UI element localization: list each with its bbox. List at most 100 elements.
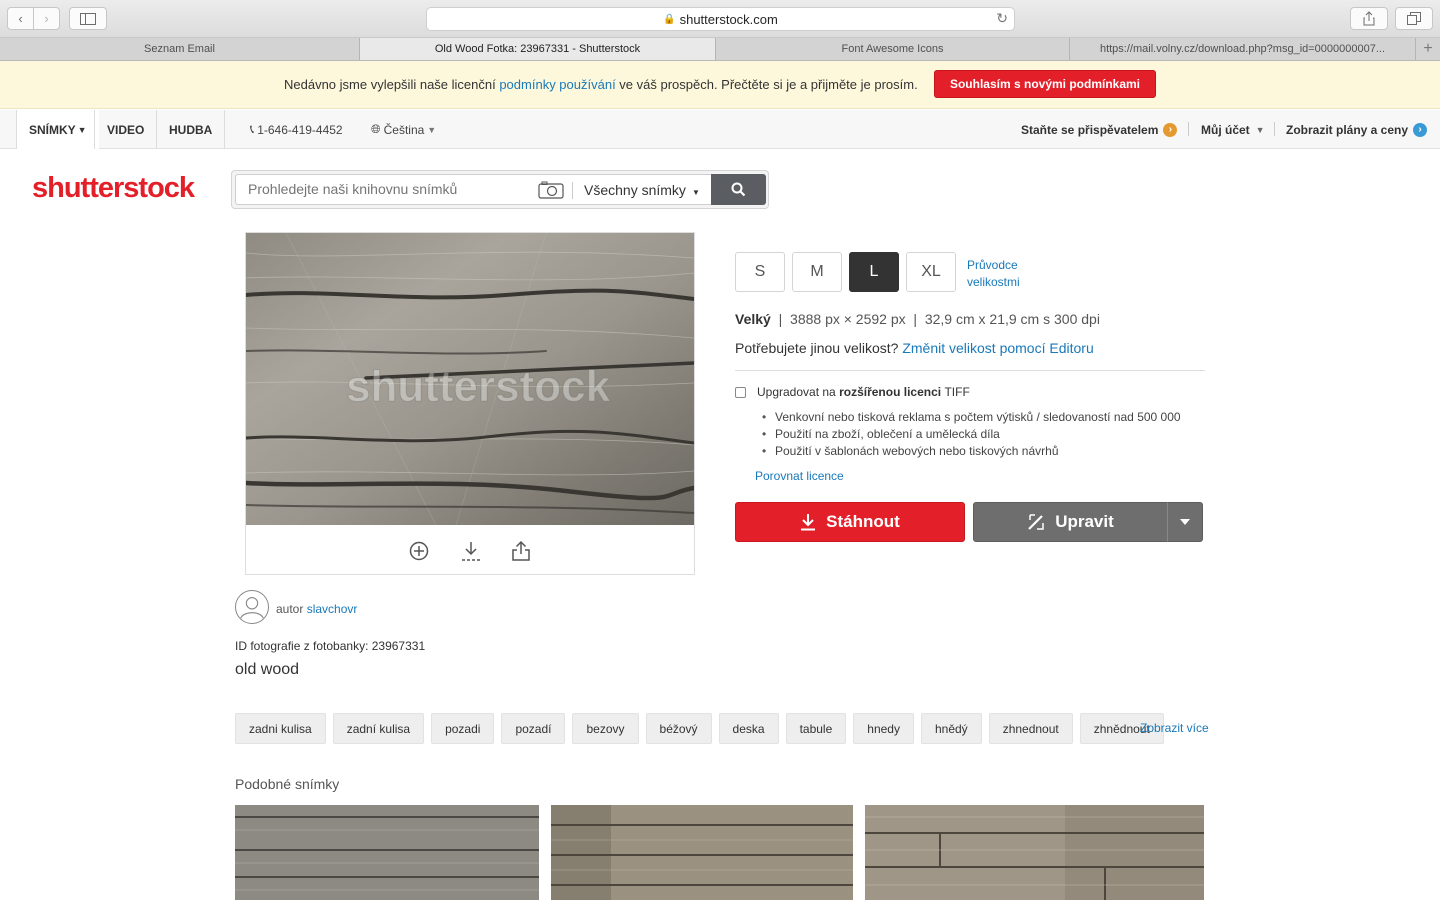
chevron-right-icon: › — [44, 11, 49, 26]
accept-terms-button[interactable]: Souhlasím s novými podmínkami — [934, 70, 1156, 98]
photo-title: old wood — [235, 661, 300, 678]
phone-icon: 📞︎ — [250, 122, 255, 136]
terms-notice: Nedávno jsme vylepšili naše licenční pod… — [0, 61, 1440, 109]
similar-thumbnail[interactable] — [551, 805, 853, 900]
show-more-tags-link[interactable]: Zobrazit více — [1140, 721, 1209, 735]
tab-bar: Seznam Email Old Wood Fotka: 23967331 - … — [0, 38, 1440, 61]
share-button[interactable] — [1350, 7, 1388, 30]
share-icon[interactable] — [511, 540, 531, 562]
tag[interactable]: pozadi — [431, 713, 495, 744]
compare-licenses-link[interactable]: Porovnat licence — [755, 469, 844, 483]
tag[interactable]: hnedy — [853, 713, 914, 744]
size-m-button[interactable]: M — [792, 252, 842, 292]
edit-options-dropdown[interactable] — [1167, 502, 1203, 542]
tab-font-awesome[interactable]: Font Awesome Icons — [716, 38, 1070, 60]
tag-list: zadni kulisa zadní kulisa pozadi pozadí … — [235, 713, 1171, 744]
caret-down-icon: ▼ — [77, 124, 87, 135]
download-icon[interactable] — [460, 540, 482, 562]
caret-down-icon — [1180, 519, 1190, 525]
download-icon — [801, 514, 816, 531]
language-select[interactable]: 🌐︎ Čeština ▼ — [371, 110, 436, 149]
list-item: Použití v šablonách webových nebo tiskov… — [762, 443, 1181, 460]
search-icon — [731, 182, 746, 197]
photo-id: ID fotografie z fotobanky: 23967331 — [235, 639, 426, 653]
preview-image[interactable]: shutterstock — [246, 233, 694, 525]
search-button[interactable] — [711, 174, 766, 205]
list-item: Venkovní nebo tisková reklama s počtem v… — [762, 409, 1181, 426]
edit-icon — [1028, 514, 1044, 530]
list-item: Použití na zboží, oblečení a umělecká dí… — [762, 426, 1181, 443]
sidebar-toggle-button[interactable] — [69, 7, 107, 30]
author-link[interactable]: slavchovr — [307, 602, 358, 616]
caret-down-icon: ▼ — [691, 188, 700, 197]
nav-tab-images[interactable]: SNÍMKY ▼ — [16, 110, 99, 149]
new-tab-button[interactable]: + — [1416, 38, 1440, 60]
nav-tab-video[interactable]: VIDEO — [94, 110, 156, 149]
tag[interactable]: pozadí — [501, 713, 566, 744]
plans-pricing-link[interactable]: Zobrazit plány a ceny › — [1286, 110, 1428, 149]
globe-icon: 🌐︎ — [371, 122, 381, 136]
image-actions — [246, 526, 694, 575]
tag[interactable]: hnědý — [920, 713, 982, 744]
browser-toolbar: ‹ › 🔒 shutterstock.com ↻ — [0, 0, 1440, 38]
tag[interactable]: zhnednout — [988, 713, 1073, 744]
address-bar[interactable]: 🔒 shutterstock.com ↻ — [426, 7, 1015, 31]
search-input[interactable] — [248, 181, 528, 197]
tag[interactable]: tabule — [785, 713, 847, 744]
main-nav: SNÍMKY ▼ VIDEO HUDBA 📞︎ 1-646-419-4452 🌐︎ Č… — [0, 110, 1440, 149]
my-account-menu[interactable]: Můj účet ▼ — [1201, 110, 1265, 149]
size-guide-link[interactable]: Průvodce velikostmi — [967, 257, 1037, 291]
shutterstock-logo[interactable]: shutterstock — [32, 172, 195, 205]
resize-editor-link[interactable]: Změnit velikost pomocí Editoru — [902, 340, 1093, 356]
url-text: shutterstock.com — [679, 11, 778, 27]
back-button[interactable]: ‹ — [7, 7, 34, 30]
edit-button[interactable]: Upravit — [973, 502, 1168, 542]
terms-link[interactable]: podmínky používání — [499, 77, 615, 92]
tag[interactable]: bezovy — [572, 713, 639, 744]
similar-thumbnail[interactable] — [865, 805, 1204, 900]
caret-down-icon: ▼ — [1255, 124, 1265, 135]
tag[interactable]: zadní kulisa — [332, 713, 425, 744]
notice-text: Nedávno jsme vylepšili naše licenční pod… — [284, 77, 918, 92]
search-field-wrap: Všechny snímky▼ — [235, 174, 712, 205]
size-info: Velký | 3888 px × 2592 px | 32,9 cm x 21… — [735, 311, 1100, 327]
license-benefits: Venkovní nebo tisková reklama s počtem v… — [762, 409, 1181, 460]
nav-divider — [1274, 122, 1275, 136]
similar-thumbnail[interactable] — [235, 805, 539, 900]
preview-image-box: shutterstock — [245, 232, 695, 575]
similar-heading: Podobné snímky — [235, 776, 340, 792]
sidebar-icon — [80, 12, 96, 25]
upgrade-license-option[interactable]: Upgradovat na rozšířenou licenci TIFF — [735, 385, 970, 399]
size-l-button[interactable]: L — [849, 252, 899, 292]
tag[interactable]: deska — [718, 713, 779, 744]
phone-number: 📞︎ 1-646-419-4452 — [250, 122, 343, 137]
size-s-button[interactable]: S — [735, 252, 785, 292]
size-xl-button[interactable]: XL — [906, 252, 956, 292]
caret-down-icon: ▼ — [427, 124, 437, 135]
camera-icon[interactable] — [538, 181, 564, 199]
reload-icon[interactable]: ↻ — [996, 10, 1008, 27]
nav-tab-music[interactable]: HUDBA — [156, 110, 226, 149]
tab-overview-button[interactable] — [1395, 7, 1433, 30]
divider — [735, 370, 1205, 371]
nav-divider — [1188, 122, 1189, 136]
chevron-left-icon: ‹ — [18, 11, 23, 26]
avatar-icon[interactable] — [235, 590, 269, 624]
become-contributor-link[interactable]: Staňte se přispěvatelem › — [1021, 110, 1178, 149]
tab-volny-mail[interactable]: https://mail.volny.cz/download.php?msg_i… — [1070, 38, 1416, 60]
tab-seznam-email[interactable]: Seznam Email — [0, 38, 360, 60]
arrow-right-icon: › — [1413, 122, 1428, 137]
tag[interactable]: béžový — [645, 713, 712, 744]
forward-button[interactable]: › — [33, 7, 60, 30]
tab-shutterstock[interactable]: Old Wood Fotka: 23967331 - Shutterstock — [360, 38, 716, 60]
search-bar: Všechny snímky▼ — [231, 170, 769, 209]
download-button[interactable]: Stáhnout — [735, 502, 965, 542]
share-icon — [1363, 11, 1375, 26]
arrow-right-icon: › — [1163, 122, 1178, 137]
tag[interactable]: zadni kulisa — [235, 713, 326, 744]
lock-icon: 🔒 — [663, 13, 676, 25]
need-other-size: Potřebujete jinou velikost? Změnit velik… — [735, 340, 1094, 356]
upgrade-checkbox[interactable] — [735, 386, 746, 398]
search-type-select[interactable]: Všechny snímky ▼ — [572, 182, 700, 199]
zoom-in-icon[interactable] — [409, 541, 429, 561]
